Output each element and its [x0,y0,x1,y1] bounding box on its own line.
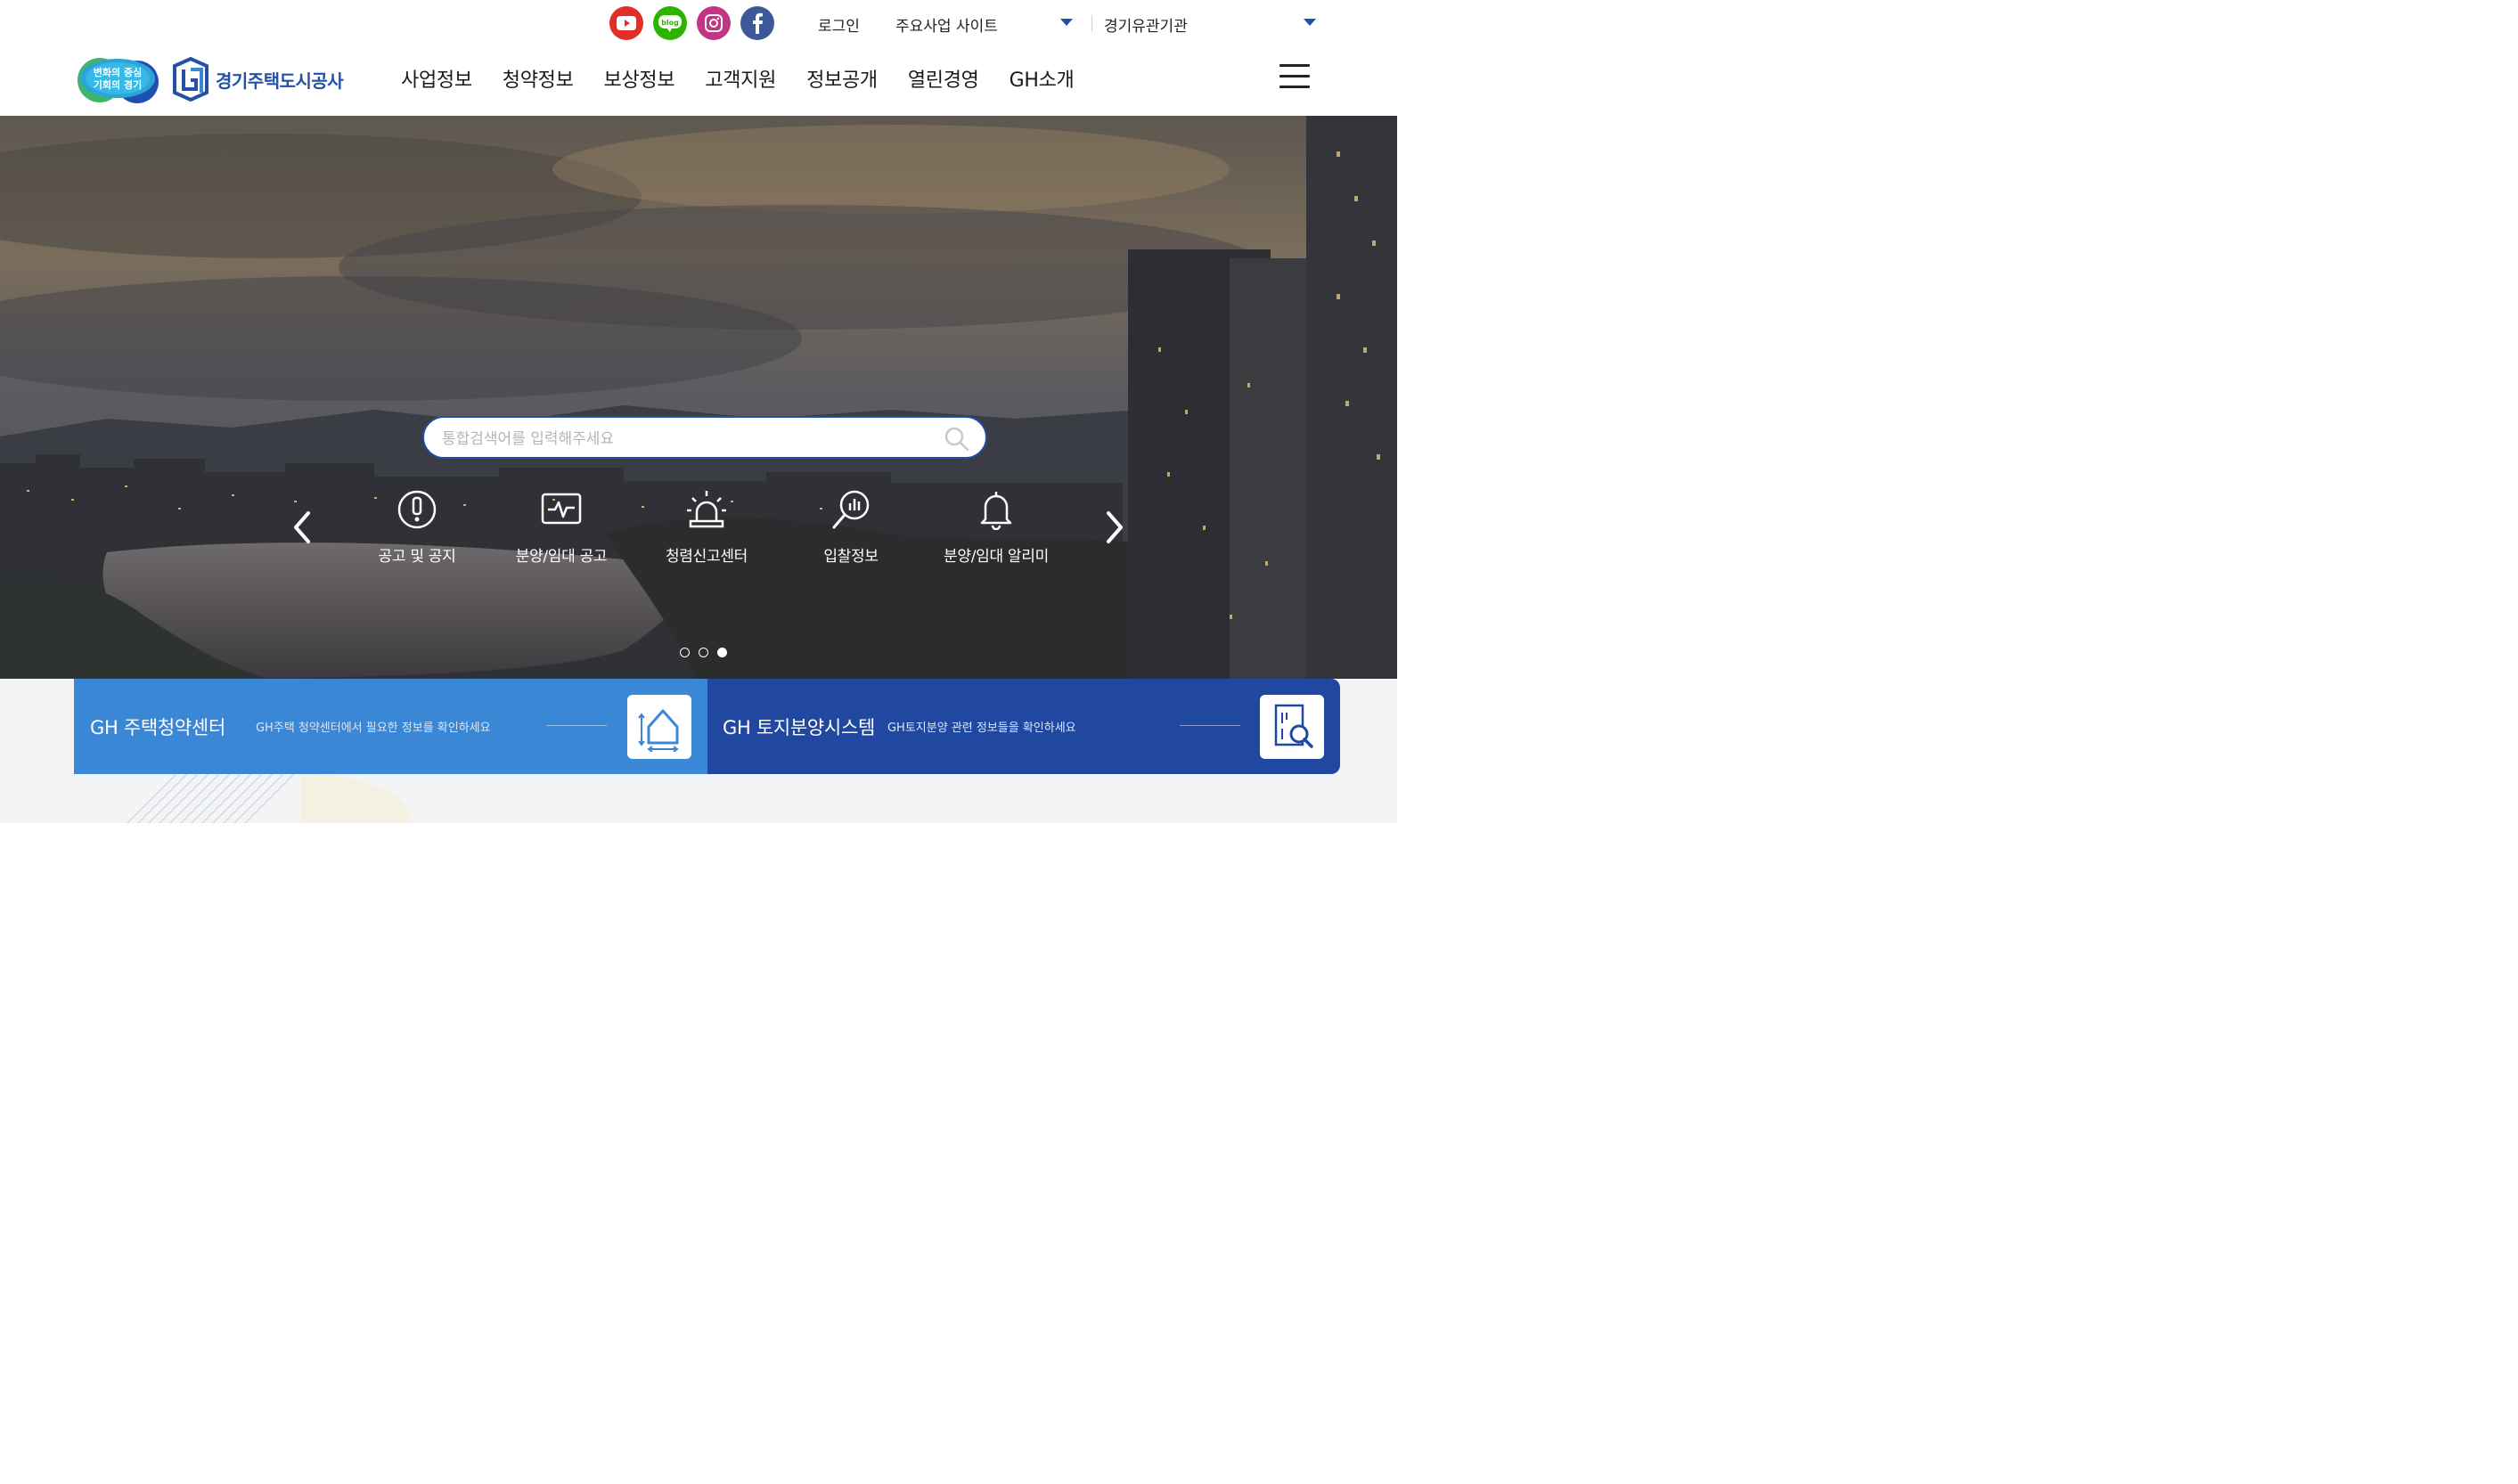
menu-icon[interactable] [1279,64,1310,91]
main-nav: 사업정보 청약정보 보상정보 고객지원 정보공개 열린경영 GH소개 [401,64,1104,93]
quick-link-label: 분양/임대 공고 [515,548,608,566]
house-icon [627,695,691,759]
search-input[interactable] [440,427,925,452]
header: 변화의 중심 기회의 경기 경기주택도시공사 사업정보 청약정보 보상정보 고객… [0,46,1397,116]
next-slide-chevron-right-icon[interactable] [1101,508,1128,547]
banner-divider [1180,725,1240,726]
gh-logo[interactable]: 경기주택도시공사 [171,57,344,102]
service-banner-section: GH 주택청약센터 GH주택 청약센터에서 필요한 정보를 확인하세요 GH 토… [0,679,1397,823]
banner-title: GH 주택청약센터 [90,716,225,738]
nav-item-about-gh[interactable]: GH소개 [1010,64,1075,93]
divider [1091,15,1092,31]
login-link[interactable]: 로그인 [818,13,860,36]
quick-link-notice[interactable]: 공고 및 공지 [346,488,488,566]
utility-bar: blog 로그인 주요사업 사이트 경기유관기관 [0,0,1397,46]
nav-item-compensation-info[interactable]: 보상정보 [604,64,675,93]
slide-dot-1[interactable] [680,648,690,657]
banner-description: GH토지분양 관련 정보들을 확인하세요 [887,722,1076,735]
nav-item-open-management[interactable]: 열린경영 [908,64,979,93]
pulse-monitor-icon [541,493,582,525]
affiliates-chevron-down-icon[interactable] [1304,19,1316,26]
quick-link-bid-info[interactable]: 입찰정보 [780,488,922,566]
chart-search-icon [832,490,870,529]
gh-logo-icon [173,57,208,102]
banner-title: GH 토지분양시스템 [723,716,875,738]
quick-link-label: 입찰정보 [823,548,879,566]
logo-text: 경기주택도시공사 [216,69,344,92]
search-icon[interactable] [944,427,969,452]
youtube-icon[interactable] [609,6,643,40]
facebook-icon[interactable] [740,6,774,40]
quick-link-label: 분양/임대 알리미 [944,548,1049,566]
instagram-icon[interactable] [697,6,731,40]
document-search-icon [1260,695,1324,759]
badge-line2: 기회의 경기 [94,78,142,91]
search-bar [422,416,987,459]
land-sale-system-banner[interactable]: GH 토지분양시스템 GH토지분양 관련 정보들을 확인하세요 [707,679,1340,774]
quick-links: 공고 및 공지 분양/임대 공고 청렴신고센터 입찰정보 분양/임대 알리미 [344,488,1075,568]
nav-item-info-disclosure[interactable]: 정보공개 [806,64,878,93]
major-sites-select[interactable]: 주요사업 사이트 [895,13,998,36]
banner-description: GH주택 청약센터에서 필요한 정보를 확인하세요 [255,722,491,735]
slogan-badge-logo[interactable]: 변화의 중심 기회의 경기 [75,53,160,103]
slide-dot-3-active[interactable] [717,648,727,657]
hero-banner: 공고 및 공지 분양/임대 공고 청렴신고센터 입찰정보 분양/임대 알리미 [0,116,1397,679]
blog-icon[interactable]: blog [653,6,687,40]
quick-link-integrity-report[interactable]: 청렴신고센터 [635,488,778,566]
major-sites-chevron-down-icon[interactable] [1060,19,1073,26]
nav-item-customer-support[interactable]: 고객지원 [705,64,776,93]
nav-item-business-info[interactable]: 사업정보 [401,64,472,93]
quick-link-sale-rent-alert[interactable]: 분양/임대 알리미 [925,488,1067,566]
slide-pagination [680,648,736,657]
prev-slide-chevron-left-icon[interactable] [289,508,315,547]
blog-icon-text: blog [661,19,679,27]
quick-link-sale-rent-notice[interactable]: 분양/임대 공고 [490,488,633,566]
slide-dot-2[interactable] [699,648,708,657]
hero-city-dusk-image [0,116,1397,679]
exclamation-icon [397,490,437,529]
affiliates-select[interactable]: 경기유관기관 [1104,13,1188,36]
decorative-stripes [123,774,417,823]
banner-divider [546,725,607,726]
siren-icon [687,491,726,528]
housing-subscription-center-banner[interactable]: GH 주택청약센터 GH주택 청약센터에서 필요한 정보를 확인하세요 [74,679,707,774]
bell-icon [980,492,1012,530]
quick-link-label: 공고 및 공지 [378,548,456,566]
badge-line1: 변화의 중심 [94,66,142,78]
quick-link-label: 청렴신고센터 [665,548,748,566]
nav-item-subscription-info[interactable]: 청약정보 [503,64,574,93]
